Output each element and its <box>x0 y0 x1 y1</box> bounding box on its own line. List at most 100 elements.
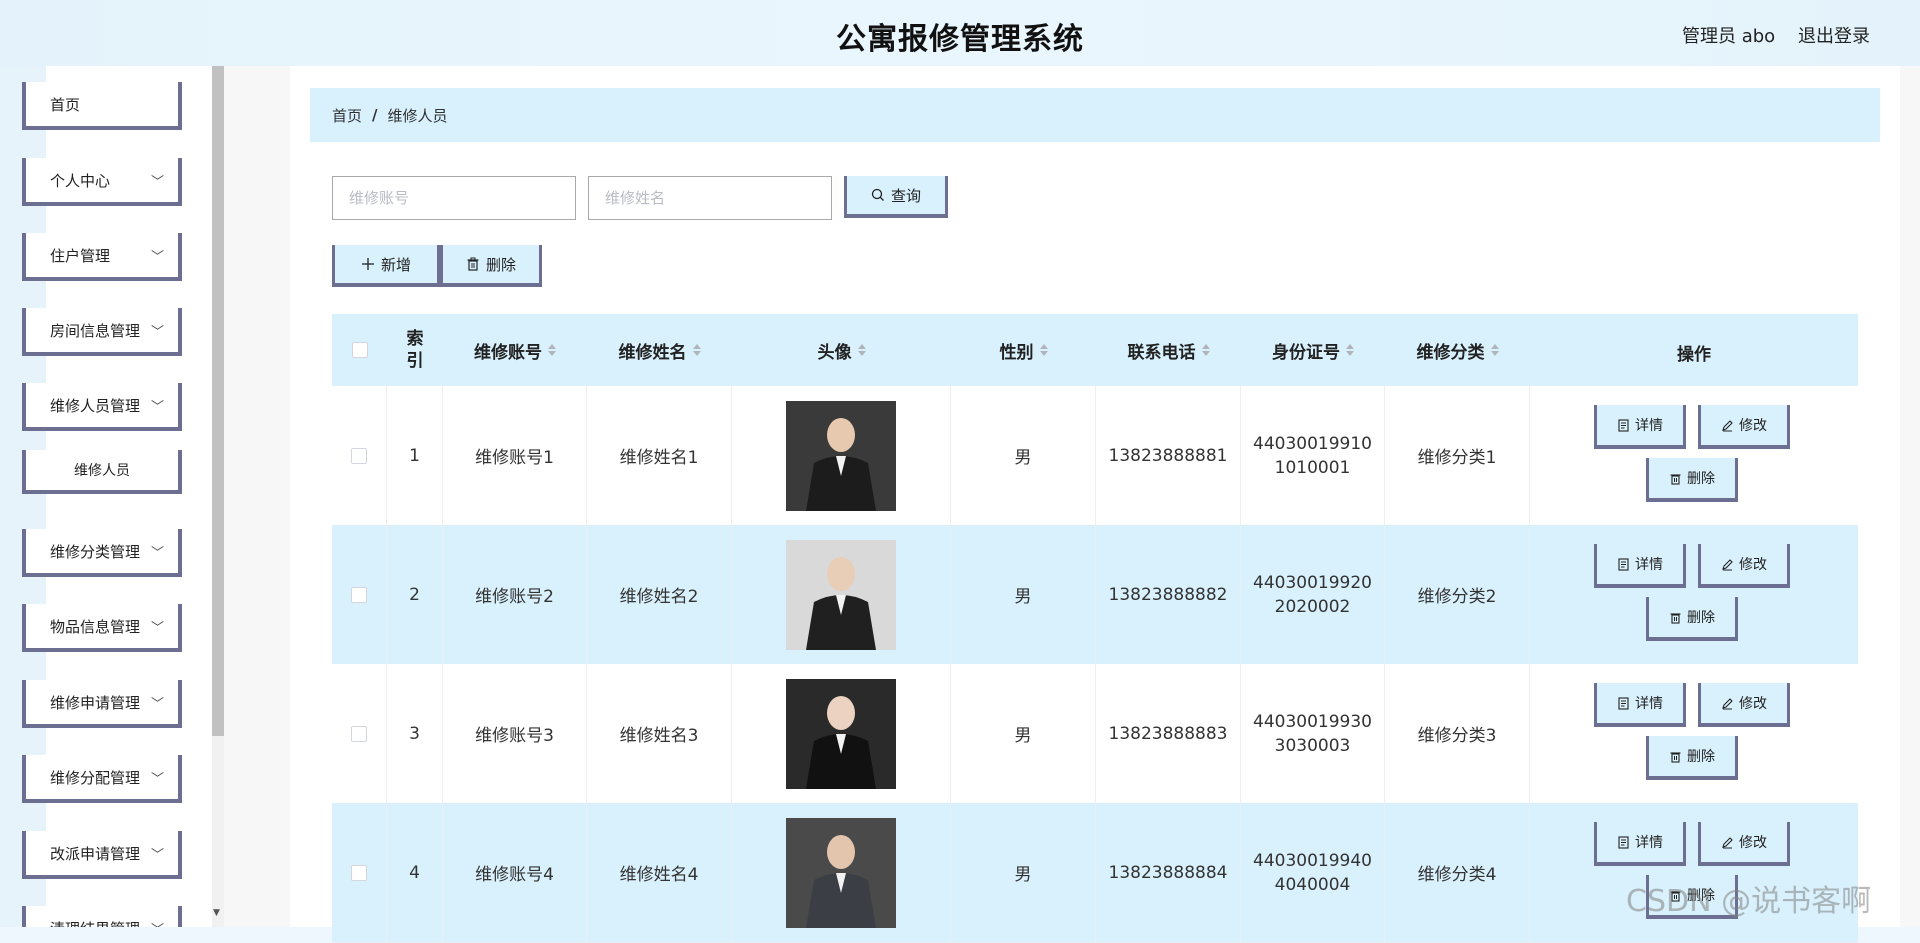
detail-button[interactable]: 详情 <box>1594 822 1686 866</box>
col-actions: 操作 <box>1530 314 1858 386</box>
breadcrumb-separator: / <box>372 106 378 124</box>
sidebar-item-goods[interactable]: 物品信息管理 ﹀ <box>22 604 182 652</box>
top-header: 公寓报修管理系统 管理员 abo 退出登录 <box>0 0 1920 66</box>
chevron-down-icon: ﹀ <box>150 546 164 561</box>
sidebar-item-room[interactable]: 房间信息管理 ﹀ <box>22 308 182 356</box>
sidebar-item-category[interactable]: 维修分类管理 ﹀ <box>22 529 182 577</box>
trash-icon <box>1670 612 1681 624</box>
cell-idcard-line2: 3030003 <box>1274 735 1351 756</box>
row-checkbox[interactable] <box>351 725 367 742</box>
query-button[interactable]: 查询 <box>844 176 948 218</box>
delete-button[interactable]: 删除 <box>1646 597 1738 641</box>
chevron-down-icon: ﹀ <box>150 848 164 863</box>
col-name[interactable]: 维修姓名 <box>587 314 732 386</box>
detail-button[interactable]: 详情 <box>1594 544 1686 588</box>
select-all-checkbox[interactable] <box>351 342 368 358</box>
name-search-input[interactable] <box>588 176 832 220</box>
delete-button[interactable]: 删除 <box>1646 458 1738 502</box>
sidebar-item-assignment[interactable]: 维修分配管理 ﹀ <box>22 755 182 803</box>
cell-avatar <box>732 803 951 942</box>
sidebar-subitem-repairman[interactable]: 维修人员 <box>22 450 182 494</box>
cell-actions <box>1530 664 1858 803</box>
cell-index: 1 <box>387 386 443 525</box>
avatar[interactable] <box>786 817 896 928</box>
sidebar-item-label: 清理结果管理 <box>50 918 140 928</box>
table-row: 2 维修账号2 维修姓名2 男 13823888882 44030019920 … <box>332 525 1858 665</box>
cell-idcard-line2: 2020002 <box>1274 596 1351 617</box>
col-avatar[interactable]: 头像 <box>732 314 951 386</box>
edit-button[interactable]: 修改 <box>1698 405 1790 449</box>
col-idcard[interactable]: 身份证号 <box>1241 314 1385 386</box>
delete-button-label: 删除 <box>1687 749 1715 765</box>
add-button[interactable]: 新增 <box>332 245 440 287</box>
col-idcard-label: 身份证号 <box>1272 342 1340 363</box>
avatar[interactable] <box>786 400 896 511</box>
add-button-label: 新增 <box>380 255 411 274</box>
sort-icon[interactable] <box>1490 343 1499 357</box>
account-search-input[interactable] <box>332 176 576 220</box>
breadcrumb-home[interactable]: 首页 <box>332 105 362 126</box>
row-checkbox[interactable] <box>351 447 367 464</box>
cell-account: 维修账号1 <box>443 386 587 525</box>
edit-button[interactable]: 修改 <box>1698 683 1790 727</box>
sort-icon[interactable] <box>1346 343 1354 357</box>
row-select-cell <box>332 664 387 803</box>
col-category-label: 维修分类 <box>1416 342 1485 363</box>
batch-delete-button-label: 删除 <box>485 255 516 274</box>
row-checkbox[interactable] <box>351 586 367 603</box>
detail-button[interactable]: 详情 <box>1594 405 1686 449</box>
cell-category: 维修分类1 <box>1385 386 1530 525</box>
cell-idcard: 44030019930 3030003 <box>1241 664 1385 803</box>
batch-delete-button[interactable]: 删除 <box>440 245 542 287</box>
cell-idcard-line1: 44030019930 <box>1253 711 1372 732</box>
cell-index: 3 <box>387 664 443 803</box>
cell-account: 维修账号3 <box>443 664 587 803</box>
sidebar-item-cleanup[interactable]: 清理结果管理 ﹀ <box>22 906 182 927</box>
sidebar-item-repairman-mgmt[interactable]: 维修人员管理 ﹀ <box>22 383 182 431</box>
edit-button[interactable]: 修改 <box>1698 544 1790 588</box>
cell-avatar <box>732 386 951 525</box>
sidebar-item-personal-center[interactable]: 个人中心 ﹀ <box>22 158 182 206</box>
sidebar-item-label: 维修分类管理 <box>50 542 141 561</box>
edit-button-label: 修改 <box>1739 418 1767 434</box>
cell-phone: 13823888881 <box>1096 386 1241 525</box>
logout-link[interactable]: 退出登录 <box>1798 22 1870 48</box>
edit-icon <box>1722 697 1733 709</box>
document-icon <box>1618 835 1629 849</box>
sort-icon[interactable] <box>857 343 866 357</box>
sidebar-scrollbar-thumb[interactable] <box>212 66 224 736</box>
cell-phone: 13823888882 <box>1096 525 1241 664</box>
search-icon <box>871 188 884 201</box>
scroll-down-arrow-icon[interactable]: ▼ <box>213 908 220 918</box>
detail-button[interactable]: 详情 <box>1594 683 1686 727</box>
document-icon <box>1618 418 1629 432</box>
detail-button-label: 详情 <box>1635 418 1663 434</box>
sidebar-item-home[interactable]: 首页 <box>22 82 182 130</box>
col-category[interactable]: 维修分类 <box>1385 314 1530 386</box>
avatar[interactable] <box>786 539 896 650</box>
row-select-cell <box>332 525 387 664</box>
sidebar-item-reassign[interactable]: 改派申请管理 ﹀ <box>22 831 182 879</box>
col-gender[interactable]: 性别 <box>951 314 1096 386</box>
sidebar-item-label: 住户管理 <box>50 246 111 265</box>
sort-icon[interactable] <box>548 343 556 357</box>
delete-button[interactable]: 删除 <box>1646 736 1738 780</box>
col-actions-label: 操作 <box>1677 344 1711 365</box>
table-header: 索引 维修账号 维修姓名 头像 性别 联系电话 身份证号 维修分类 操作 <box>332 314 1858 386</box>
avatar[interactable] <box>786 678 896 789</box>
col-account[interactable]: 维修账号 <box>443 314 587 386</box>
sort-icon[interactable] <box>1201 343 1210 357</box>
edit-button[interactable]: 修改 <box>1698 822 1790 866</box>
col-phone[interactable]: 联系电话 <box>1096 314 1241 386</box>
sidebar-item-label: 首页 <box>50 95 81 114</box>
trash-icon <box>1670 751 1681 763</box>
sidebar-item-resident[interactable]: 住户管理 ﹀ <box>22 233 182 281</box>
cell-idcard: 44030019920 2020002 <box>1241 525 1385 664</box>
sort-icon[interactable] <box>1039 343 1048 357</box>
cell-gender: 男 <box>951 386 1096 525</box>
sort-icon[interactable] <box>692 343 701 357</box>
row-checkbox[interactable] <box>351 864 367 881</box>
col-phone-label: 联系电话 <box>1127 342 1196 363</box>
sidebar-item-repair-request[interactable]: 维修申请管理 ﹀ <box>22 680 182 728</box>
table-row: 3 维修账号3 维修姓名3 男 13823888883 44030019930 … <box>332 664 1858 804</box>
